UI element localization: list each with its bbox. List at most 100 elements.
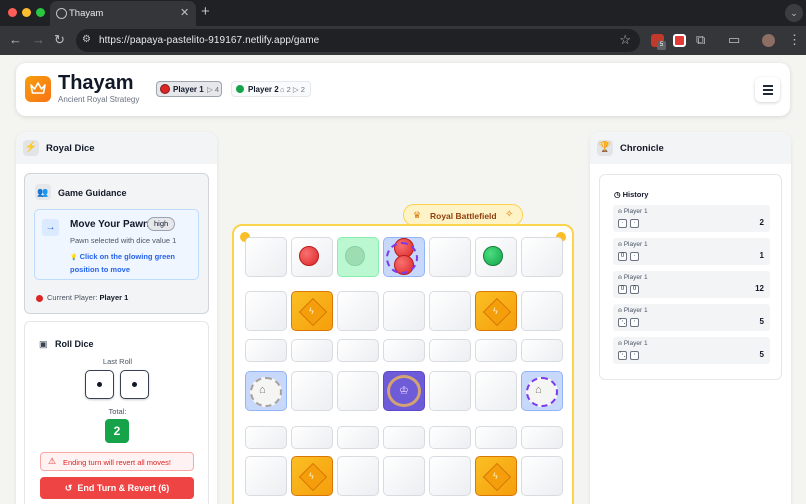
board-square[interactable] [521, 291, 563, 331]
history-player-name: Player 1 [623, 340, 648, 347]
board-square[interactable] [383, 456, 425, 496]
board-square[interactable] [291, 426, 333, 449]
move-hint: 💡 Click on the glowing green position to… [70, 251, 192, 275]
site-info-icon[interactable]: ⚙ [82, 34, 91, 45]
board-square[interactable] [291, 371, 333, 411]
history-die-1: 0 [618, 285, 627, 294]
roll-dice-title: Roll Dice [55, 339, 94, 349]
close-window-button[interactable] [8, 8, 17, 17]
player-2-color-dot [236, 85, 244, 93]
player-chip-2: Player 2 ⌂ 2 ▷ 2 [231, 81, 311, 97]
lightning-icon: ϟ [309, 306, 314, 316]
back-icon[interactable]: ← [9, 33, 22, 47]
safe-square[interactable]: ϟ [291, 291, 333, 331]
board-square[interactable] [521, 339, 563, 362]
address-bar[interactable]: ⚙ https://papaya-pastelito-919167.netlif… [76, 29, 640, 52]
green-pawn[interactable] [483, 246, 503, 266]
history-die-2: ⋅ [630, 351, 639, 360]
safe-square[interactable]: ϟ [475, 456, 517, 496]
board-square[interactable] [475, 371, 517, 411]
battlefield-label: ♛ Royal Battlefield ✧ [403, 204, 523, 226]
minimize-window-button[interactable] [22, 8, 31, 17]
revert-warning: ⚠ Ending turn will revert all moves! [40, 452, 194, 471]
maximize-window-button[interactable] [36, 8, 45, 17]
history-die-2: 0 [630, 285, 639, 294]
board-square[interactable] [383, 339, 425, 362]
tab-search-button[interactable]: ⌄ [785, 4, 803, 22]
history-die-1: 0 [618, 252, 627, 261]
board-square[interactable] [291, 339, 333, 362]
reload-icon[interactable]: ↻ [54, 33, 65, 47]
history-player-name: Player 1 [623, 307, 648, 314]
history-total: 1 [759, 251, 764, 260]
board-square[interactable] [383, 291, 425, 331]
player-1-name: Player 1 [173, 85, 204, 94]
app-viewport: Thayam Ancient Royal Strategy Player 1 ▷… [0, 55, 806, 504]
move-instruction-card: → Move Your Pawn high Pawn selected with… [34, 209, 199, 280]
selected-pawn-ring [386, 242, 418, 274]
board-square[interactable] [429, 426, 471, 449]
browser-tab[interactable]: Thayam ✕ [50, 1, 196, 26]
extensions-puzzle-icon[interactable]: ⧉ [696, 33, 705, 47]
arrow-right-icon: → [42, 219, 59, 236]
extension-square-icon[interactable] [673, 34, 686, 47]
board-square[interactable] [337, 426, 379, 449]
board-square[interactable] [337, 456, 379, 496]
end-turn-revert-button[interactable]: ↺ End Turn & Revert (6) [40, 477, 194, 499]
player-2-stat: ⌂ 2 ▷ 2 [280, 85, 305, 94]
board-square[interactable] [245, 456, 287, 496]
board-square[interactable] [337, 339, 379, 362]
board-square[interactable] [245, 237, 287, 277]
board-square[interactable] [245, 426, 287, 449]
close-tab-icon[interactable]: ✕ [180, 6, 189, 20]
ghost-pawn-target[interactable] [345, 246, 365, 266]
profile-avatar[interactable] [762, 34, 775, 47]
new-tab-button[interactable]: + [201, 4, 210, 20]
board-square[interactable] [429, 291, 471, 331]
undo-icon: ↺ [64, 483, 73, 493]
player-2-name: Player 2 [248, 85, 279, 94]
extension-badge: 5 [657, 41, 666, 50]
board-square[interactable] [429, 456, 471, 496]
app-header: Thayam Ancient Royal Strategy Player 1 ▷… [16, 63, 790, 116]
board-square[interactable] [337, 291, 379, 331]
bookmark-star-icon[interactable]: ☆ [619, 32, 631, 48]
board-square[interactable] [245, 291, 287, 331]
roll-dice-card: ▣ Roll Dice Last Roll Total: 2 ⚠ Ending … [24, 321, 209, 504]
board-square[interactable] [521, 237, 563, 277]
board-square[interactable] [521, 426, 563, 449]
history-row: ⍝ Player 1 · · 2 [613, 205, 770, 232]
history-player: ⍝ Player 1 [618, 307, 648, 314]
current-player-name: Player 1 [99, 293, 129, 302]
board-square[interactable] [475, 339, 517, 362]
forward-icon[interactable]: → [32, 33, 45, 47]
board-square[interactable] [245, 339, 287, 362]
history-total: 5 [759, 317, 764, 326]
history-row: ⍝ Player 1 0 0 12 [613, 271, 770, 298]
last-roll-label: Last Roll [102, 357, 133, 366]
hamburger-menu-button[interactable] [755, 77, 780, 102]
safe-square[interactable]: ϟ [291, 456, 333, 496]
board-square[interactable] [429, 339, 471, 362]
crown-icon: ♛ [413, 210, 422, 220]
board-square[interactable] [337, 371, 379, 411]
history-total: 2 [759, 218, 764, 227]
player-1-color-dot [161, 85, 169, 93]
board-square[interactable] [475, 426, 517, 449]
history-die-1: · [618, 219, 627, 228]
home-ring [250, 377, 282, 407]
chronicle-header: 🏆 Chronicle [590, 132, 791, 164]
board-square[interactable] [383, 426, 425, 449]
chronicle-panel: 🏆 Chronicle ◷ History ⍝ Player 1 · · 2 ⍝ Pla… [590, 132, 791, 504]
board-square[interactable] [521, 456, 563, 496]
cast-icon[interactable]: ▭ [728, 33, 740, 47]
move-title: Move Your Pawn [70, 219, 150, 230]
board-square[interactable] [429, 371, 471, 411]
browser-menu-icon[interactable]: ⋮ [788, 33, 801, 47]
red-pawn[interactable] [299, 246, 319, 266]
safe-square[interactable]: ϟ [475, 291, 517, 331]
guidance-title: Game Guidance [58, 188, 127, 198]
history-row: ⍝ Player 1 0 · 1 [613, 238, 770, 265]
board-square[interactable] [429, 237, 471, 277]
end-turn-label: End Turn & Revert (6) [77, 483, 170, 493]
